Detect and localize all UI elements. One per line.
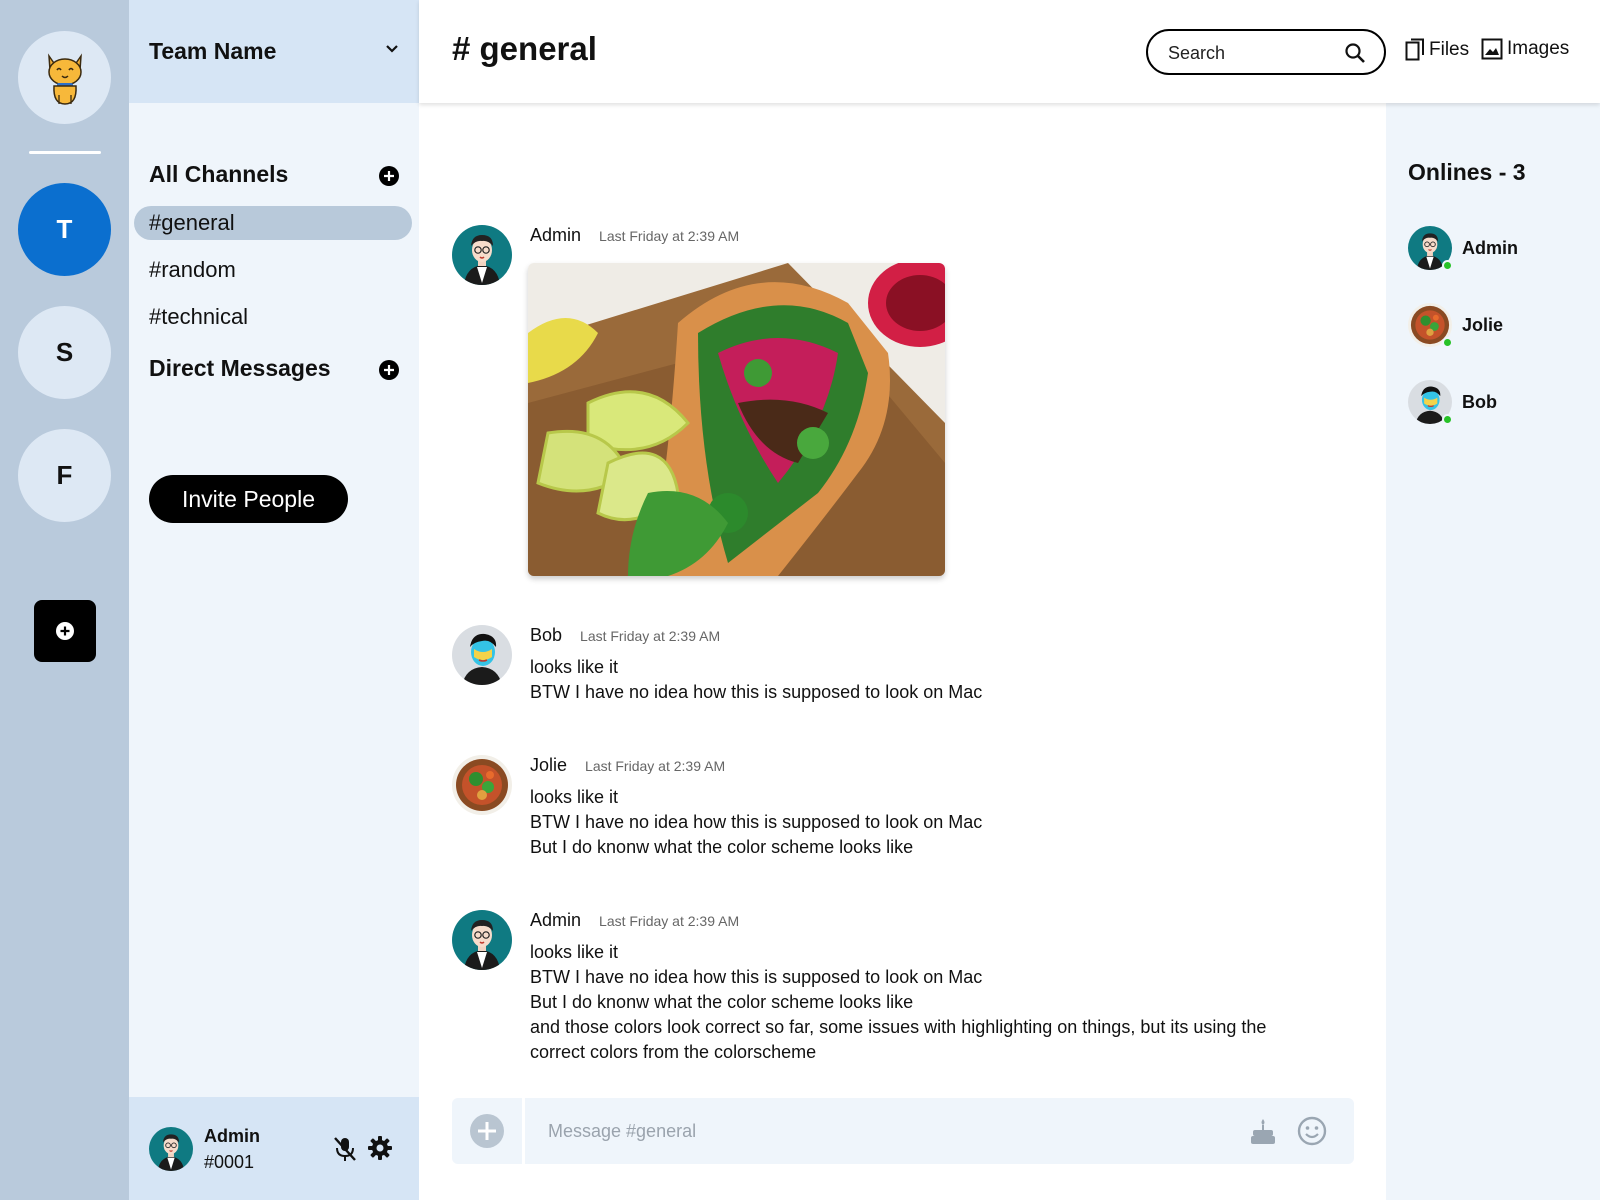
add-server-button[interactable]	[34, 600, 96, 662]
online-members-panel: Onlines - 3 Admin Jolie Bob	[1386, 103, 1600, 1200]
message-line: looks like it	[530, 942, 619, 962]
message-timestamp: Last Friday at 2:39 AM	[599, 228, 740, 244]
message-line: BTW I have no idea how this is supposed …	[530, 812, 983, 832]
message-input[interactable]	[548, 1118, 1228, 1144]
member-name: Admin	[1462, 237, 1518, 258]
server-s[interactable]: S	[18, 306, 111, 399]
chevron-down-icon	[386, 45, 398, 53]
cake-icon[interactable]	[1250, 1117, 1276, 1145]
message-avatar[interactable]	[452, 910, 512, 970]
member-bob[interactable]: Bob	[1408, 380, 1497, 425]
member-name: Bob	[1462, 391, 1497, 412]
search-icon[interactable]	[1344, 42, 1366, 64]
plus-circle-icon	[470, 1114, 504, 1148]
attach-button[interactable]	[452, 1098, 525, 1164]
message-author[interactable]: Bob	[530, 625, 562, 646]
message-author[interactable]: Admin	[530, 225, 581, 246]
message-author[interactable]: Admin	[530, 910, 581, 931]
plus-circle-icon	[56, 622, 74, 640]
emoji-icon[interactable]	[1297, 1116, 1327, 1146]
files-icon	[1405, 38, 1424, 61]
channel-general[interactable]: #general	[134, 206, 412, 240]
direct-messages-title: Direct Messages	[149, 355, 331, 381]
add-channel-icon[interactable]	[378, 165, 400, 187]
message-timestamp: Last Friday at 2:39 AM	[585, 758, 726, 774]
channel-header: # general Files Images	[419, 0, 1600, 103]
message-composer	[452, 1098, 1354, 1164]
message-avatar[interactable]	[452, 225, 512, 285]
online-status-dot	[1442, 414, 1453, 425]
microphone-muted-icon[interactable]	[332, 1135, 358, 1163]
all-channels-title: All Channels	[149, 161, 289, 187]
team-name: Team Name	[149, 38, 277, 64]
files-label: Files	[1429, 39, 1470, 60]
images-button[interactable]: Images	[1481, 38, 1569, 60]
sandwich-image-attachment[interactable]	[528, 263, 945, 576]
message-line: and those colors look correct so far, so…	[530, 1017, 1267, 1037]
server-rail: T S F	[0, 0, 129, 1200]
member-name: Jolie	[1462, 314, 1504, 335]
channel-random[interactable]: #random	[134, 253, 412, 287]
message-timestamp: Last Friday at 2:39 AM	[599, 913, 740, 929]
message-avatar[interactable]	[452, 625, 512, 685]
current-user-panel: Admin #0001	[129, 1097, 419, 1200]
message-line: But I do knonw what the color scheme loo…	[530, 992, 914, 1012]
images-label: Images	[1507, 38, 1570, 59]
channel-title: # general	[452, 30, 597, 67]
add-direct-message-icon[interactable]	[378, 359, 400, 381]
message-timestamp: Last Friday at 2:39 AM	[580, 628, 721, 644]
server-t[interactable]: T	[18, 183, 111, 276]
server-f[interactable]: F	[18, 429, 111, 522]
cat-logo-icon	[47, 52, 82, 105]
app-logo[interactable]	[18, 31, 111, 124]
channel-sidebar: Team Name All Channels #general #random …	[129, 0, 419, 1200]
member-admin[interactable]: Admin	[1408, 226, 1518, 271]
message-line: BTW I have no idea how this is supposed …	[530, 682, 983, 702]
invite-people-button[interactable]: Invite People	[149, 475, 348, 523]
search-input[interactable]	[1168, 41, 1338, 65]
message-author[interactable]: Jolie	[530, 755, 567, 776]
online-count-title: Onlines - 3	[1408, 159, 1526, 185]
message-avatar[interactable]	[452, 755, 512, 815]
member-jolie[interactable]: Jolie	[1408, 303, 1504, 348]
channel-technical[interactable]: #technical	[134, 300, 412, 334]
message-line: But I do knonw what the color scheme loo…	[530, 837, 914, 857]
current-user-avatar[interactable]	[149, 1127, 193, 1171]
message-line: looks like it	[530, 657, 619, 677]
message-line: correct colors from the colorscheme	[530, 1042, 817, 1062]
rail-divider	[29, 151, 101, 154]
message-line: BTW I have no idea how this is supposed …	[530, 967, 983, 987]
member-avatar	[1408, 226, 1453, 271]
files-button[interactable]: Files	[1405, 38, 1469, 62]
search-box[interactable]	[1146, 29, 1386, 75]
current-user-name: Admin	[204, 1125, 260, 1146]
message-line: looks like it	[530, 787, 619, 807]
image-icon	[1481, 38, 1503, 60]
online-status-dot	[1442, 337, 1453, 348]
member-avatar	[1408, 380, 1453, 425]
member-avatar	[1408, 303, 1453, 348]
team-header[interactable]: Team Name	[129, 0, 419, 103]
current-user-tag: #0001	[204, 1151, 255, 1172]
online-status-dot	[1442, 260, 1453, 271]
settings-gear-icon[interactable]	[367, 1135, 393, 1161]
